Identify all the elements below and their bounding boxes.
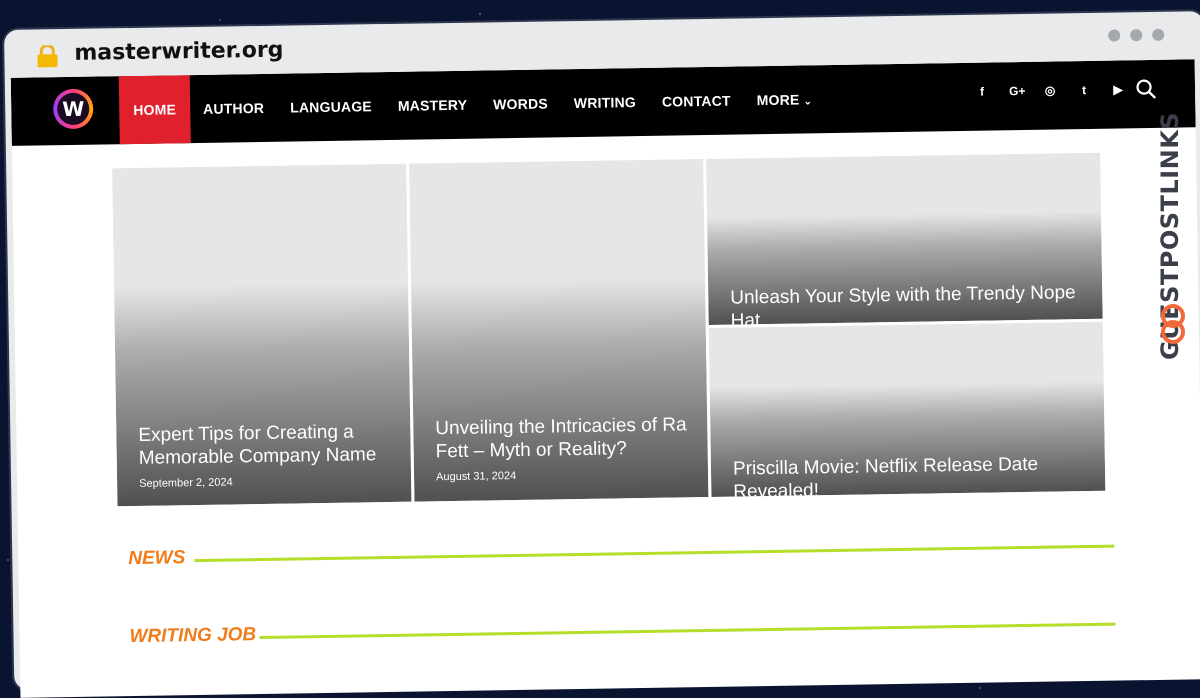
section-title[interactable]: WRITING JOB [129, 624, 256, 648]
card-overlay [411, 277, 709, 502]
window-controls [1098, 28, 1165, 47]
chevron-down-icon: ⌄ [803, 96, 813, 108]
instagram-icon[interactable]: ◎ [1043, 83, 1057, 97]
social-links: f G+ ◎ t ▶ [955, 82, 1125, 99]
nav-item-author[interactable]: AUTHOR [190, 74, 278, 143]
lock-icon [37, 45, 58, 68]
nav-item-writing[interactable]: WRITING [560, 68, 649, 137]
section-news: NEWS [128, 533, 1115, 570]
section-title[interactable]: NEWS [128, 547, 185, 570]
logo-letter: W [56, 92, 90, 126]
featured-card[interactable]: Priscilla Movie: Netflix Release Date Re… [708, 321, 1106, 497]
card-title[interactable]: Unleash Your Style with the Trendy Nope … [730, 281, 1085, 325]
card-date: August 31, 2024 [435, 470, 517, 484]
nav-item-home[interactable]: HOME [118, 75, 191, 145]
nav-item-more[interactable]: MORE ⌄ [743, 65, 825, 134]
nav-item-more-label: MORE [756, 91, 800, 109]
section-divider [259, 622, 1116, 640]
url-text[interactable]: masterwriter.org [74, 38, 283, 66]
featured-card[interactable]: Unleash Your Style with the Trendy Nope … [706, 152, 1103, 325]
link-icon [1161, 304, 1185, 344]
main-menu: HOME AUTHOR LANGUAGE MASTERY WORDS WRITI… [118, 65, 826, 145]
section-writing-job: WRITING JOB [129, 611, 1116, 648]
nav-item-words[interactable]: WORDS [480, 69, 562, 138]
facebook-icon[interactable]: f [975, 85, 989, 99]
section-divider [194, 544, 1115, 563]
card-title[interactable]: Expert Tips for Creating a Memorable Com… [138, 420, 393, 470]
youtube-icon[interactable]: ▶ [1111, 82, 1125, 96]
google-plus-icon[interactable]: G+ [1009, 84, 1026, 98]
search-icon[interactable] [1135, 78, 1157, 100]
browser-window: masterwriter.org W HOME AUTHOR LANGUAGE … [4, 11, 1200, 698]
window-dot[interactable] [1130, 29, 1143, 42]
card-overlay [114, 281, 412, 507]
nav-item-mastery[interactable]: MASTERY [384, 71, 480, 140]
card-title[interactable]: Priscilla Movie: Netflix Release Date Re… [733, 452, 1088, 497]
window-dot[interactable] [1152, 28, 1165, 41]
site-logo[interactable]: W [52, 88, 94, 130]
window-dot[interactable] [1108, 29, 1121, 42]
page-viewport: W HOME AUTHOR LANGUAGE MASTERY WORDS WRI… [10, 59, 1200, 698]
twitter-icon[interactable]: t [1077, 83, 1091, 97]
card-date: September 2, 2024 [139, 476, 233, 490]
nav-item-language[interactable]: LANGUAGE [277, 72, 386, 142]
guestpostlinks-watermark: GUESTPOSTLINKS [1156, 60, 1192, 360]
featured-card[interactable]: Unveiling the Intricacies of Ra Fett – M… [409, 159, 709, 502]
featured-card[interactable]: Expert Tips for Creating a Memorable Com… [112, 163, 412, 507]
nav-item-contact[interactable]: CONTACT [648, 66, 744, 135]
card-title[interactable]: Unveiling the Intricacies of Ra Fett – M… [435, 413, 690, 463]
